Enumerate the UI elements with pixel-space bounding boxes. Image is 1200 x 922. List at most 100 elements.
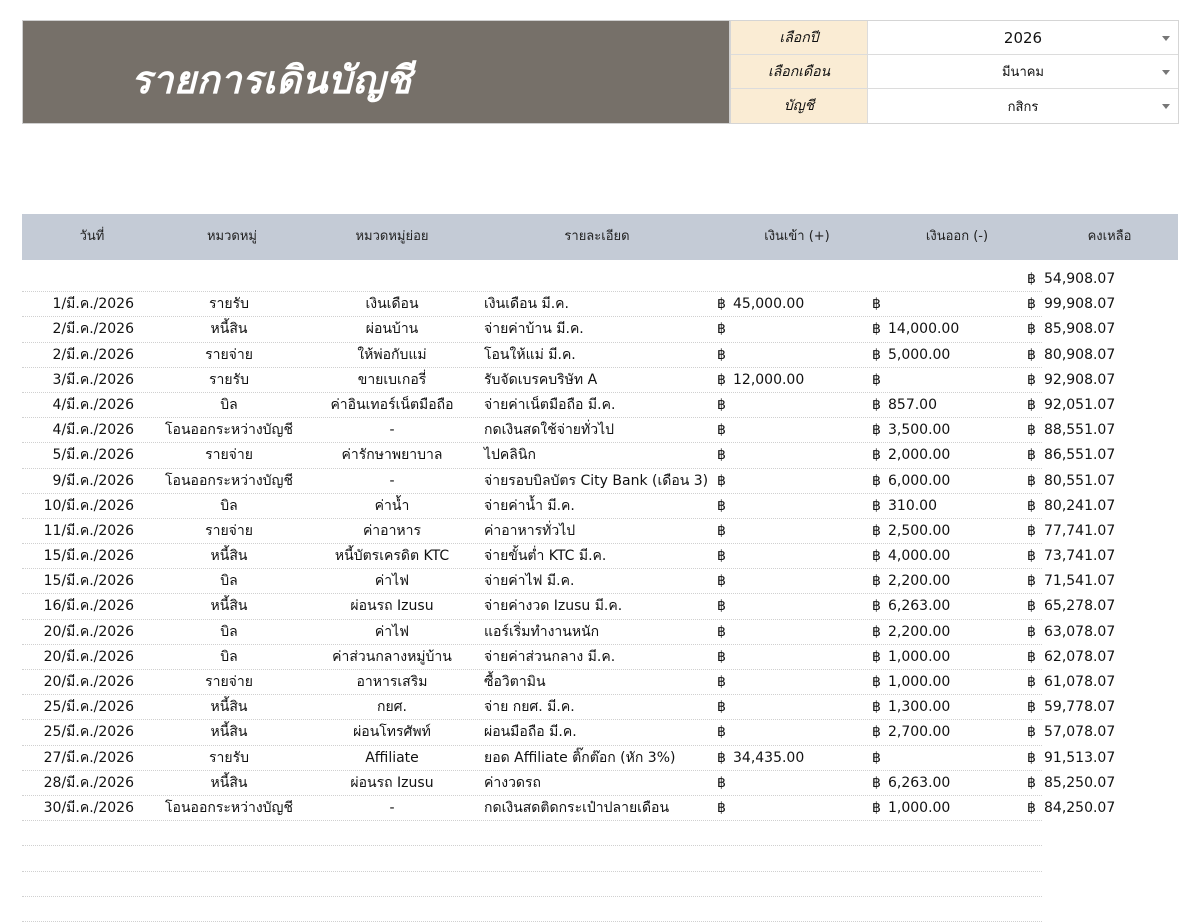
cell-category: โอนออกระหว่างบัญชี <box>165 799 293 816</box>
cell-category: บิล <box>220 396 238 413</box>
table-row[interactable]: 20/มี.ค./2026 บิล ค่าส่วนกลางหมู่บ้าน จ่ายค… <box>22 645 1115 670</box>
column-header-subcategory: หมวดหมู่ย่อย <box>355 229 429 244</box>
cell-subcategory: ค่าอาหาร <box>362 522 422 539</box>
table-row[interactable]: 4/มี.ค./2026 โอนออกระหว่างบัญชี - กดเงินสดใ… <box>22 418 1115 444</box>
cell-expense: 310.00 <box>888 497 937 514</box>
cell-category: หนี้สิน <box>210 321 248 338</box>
cell-detail: ค่างวดรถ <box>484 774 542 791</box>
chevron-down-icon[interactable] <box>1162 69 1170 75</box>
cell-detail: จ่ายค่าเน็ตมือถือ มี.ค. <box>484 396 616 413</box>
chevron-down-icon[interactable] <box>1162 35 1170 41</box>
table-row[interactable]: 20/มี.ค./2026 บิล ค่าไฟ แอร์เริ่มทำงานหนัก ฿… <box>22 620 1115 645</box>
cell-detail: ไปคลินิก <box>484 447 536 464</box>
currency-symbol: ฿ <box>717 724 726 741</box>
cell-balance: 80,241.07 <box>1044 497 1116 514</box>
cell-subcategory: ค่าอินเทอร์เน็ตมือถือ <box>330 396 454 413</box>
currency-symbol: ฿ <box>872 522 881 539</box>
currency-symbol: ฿ <box>717 321 726 338</box>
currency-symbol: ฿ <box>717 623 726 640</box>
currency-symbol: ฿ <box>1027 548 1036 565</box>
cell-expense: 1,300.00 <box>888 699 951 716</box>
table-row[interactable]: 4/มี.ค./2026 บิล ค่าอินเทอร์เน็ตมือถือ จ่าย… <box>22 393 1115 419</box>
table-row[interactable]: 28/มี.ค./2026 หนี้สิน ผ่อนรถ Izusu ค่างวดรถ… <box>22 771 1115 796</box>
table-row[interactable]: 9/มี.ค./2026 โอนออกระหว่างบัญชี - จ่ายรอบบิ… <box>22 469 1115 494</box>
filter-year-select[interactable]: 2026 <box>868 21 1178 54</box>
cell-date: 5/มี.ค./2026 <box>52 447 134 464</box>
table-row[interactable]: 27/มี.ค./2026 รายรับ Affiliate ยอด Affiliat… <box>22 746 1115 771</box>
cell-balance: 57,078.07 <box>1044 724 1116 741</box>
currency-symbol: ฿ <box>872 774 881 791</box>
currency-symbol: ฿ <box>1027 497 1036 514</box>
empty-row[interactable] <box>22 872 1042 897</box>
chevron-down-icon[interactable] <box>1162 104 1170 109</box>
cell-category: บิล <box>220 497 238 514</box>
filter-year-value: 2026 <box>1003 28 1043 47</box>
filter-account-value: กสิกร <box>1007 99 1039 115</box>
table-row[interactable]: 30/มี.ค./2026 โอนออกระหว่างบัญชี - กดเงินสด… <box>22 796 1115 822</box>
cell-category: รายรับ <box>209 749 249 766</box>
table-row[interactable]: 10/มี.ค./2026 บิล ค่าน้ำ จ่ายค่าน้ำ มี.ค. ฿ ฿… <box>22 494 1115 519</box>
table-row[interactable]: 11/มี.ค./2026 รายจ่าย ค่าอาหาร ค่าอาหารทั่ว… <box>22 519 1115 545</box>
filter-account-select[interactable]: กสิกร <box>868 89 1178 123</box>
table-row[interactable]: 25/มี.ค./2026 หนี้สิน กยศ. จ่าย กยศ. มี.ค. ฿… <box>22 695 1115 721</box>
column-header-date: วันที่ <box>79 229 105 244</box>
currency-symbol: ฿ <box>1027 522 1036 539</box>
cell-detail: ซื้อวิตามิน <box>484 674 546 690</box>
cell-subcategory: เงินเดือน <box>365 296 419 313</box>
title-banner: รายการเดินบัญชี <box>22 20 730 124</box>
table-header: วันที่ หมวดหมู่ หมวดหมู่ย่อย รายละเอียด … <box>22 214 1178 260</box>
cell-detail: รับจัดเบรคบริษัท A <box>484 371 598 388</box>
cell-category: หนี้สิน <box>210 699 248 716</box>
currency-symbol: ฿ <box>872 799 881 816</box>
cell-category: หนี้สิน <box>210 774 248 791</box>
cell-income: 45,000.00 <box>733 296 805 313</box>
table-row[interactable]: 3/มี.ค./2026 รายรับ ขายเบเกอรี่ รับจัดเบรคบ… <box>22 368 1115 393</box>
cell-subcategory: ค่าน้ำ <box>374 497 410 514</box>
cell-category: รายจ่าย <box>205 346 253 363</box>
table-row[interactable]: 20/มี.ค./2026 รายจ่าย อาหารเสริม ซื้อวิตามิ… <box>22 670 1115 696</box>
currency-symbol: ฿ <box>872 346 881 363</box>
table-row[interactable]: 16/มี.ค./2026 หนี้สิน ผ่อนรถ Izusu จ่ายค่าง… <box>22 594 1115 620</box>
empty-row[interactable] <box>22 846 1042 872</box>
cell-date: 4/มี.ค./2026 <box>52 396 134 413</box>
currency-symbol: ฿ <box>717 422 726 439</box>
table-row[interactable]: 2/มี.ค./2026 รายจ่าย ให้พ่อกับแม่ โอนให้แม่… <box>22 343 1115 368</box>
filter-year-row: เลือกปี 2026 <box>731 21 1178 55</box>
cell-category: โอนออกระหว่างบัญชี <box>165 422 293 439</box>
table-row[interactable]: 2/มี.ค./2026 หนี้สิน ผ่อนบ้าน จ่ายค่าบ้าน ม… <box>22 317 1115 343</box>
cell-category: รายรับ <box>209 371 249 388</box>
cell-date: 9/มี.ค./2026 <box>52 472 134 489</box>
filter-month-select[interactable]: มีนาคม <box>868 55 1178 88</box>
cell-detail: เงินเดือน มี.ค. <box>484 296 569 313</box>
table-row[interactable]: 15/มี.ค./2026 บิล ค่าไฟ จ่ายค่าไฟ มี.ค. ฿ ฿ 2,… <box>22 569 1115 595</box>
cell-date: 4/มี.ค./2026 <box>52 422 134 439</box>
currency-symbol: ฿ <box>717 346 726 363</box>
currency-symbol: ฿ <box>1027 724 1036 741</box>
cell-expense: 5,000.00 <box>888 346 951 363</box>
cell-balance: 91,513.07 <box>1044 749 1116 766</box>
cell-detail: ยอด Affiliate ติ๊กต๊อก (หัก 3%) <box>484 749 676 766</box>
cell-detail: ผ่อนมือถือ มี.ค. <box>484 724 577 741</box>
empty-row[interactable] <box>22 897 1042 922</box>
currency-symbol: ฿ <box>1027 296 1036 313</box>
cell-subcategory: อาหารเสริม <box>356 674 428 690</box>
cell-detail: แอร์เริ่มทำงานหนัก <box>484 623 600 640</box>
cell-date: 27/มี.ค./2026 <box>43 749 134 766</box>
cell-category: รายรับ <box>209 296 249 313</box>
cell-detail: กดเงินสดติดกระเป๋าปลายเดือน <box>484 799 670 816</box>
empty-row[interactable] <box>22 821 1042 847</box>
table-row[interactable]: 25/มี.ค./2026 หนี้สิน ผ่อนโทรศัพท์ ผ่อนมือถ… <box>22 720 1115 746</box>
cell-balance: 71,541.07 <box>1044 573 1116 590</box>
currency-symbol: ฿ <box>717 598 726 615</box>
cell-date: 20/มี.ค./2026 <box>43 674 134 690</box>
cell-category: รายจ่าย <box>205 522 253 539</box>
cell-subcategory: ผ่อนรถ Izusu <box>350 598 434 615</box>
table-row[interactable]: 1/มี.ค./2026 รายรับ เงินเดือน เงินเดือน มี.… <box>22 292 1115 318</box>
table-row[interactable]: 5/มี.ค./2026 รายจ่าย ค่ารักษาพยาบาล ไปคลินิ… <box>22 443 1115 469</box>
currency-symbol: ฿ <box>717 396 726 413</box>
currency-symbol: ฿ <box>872 548 881 565</box>
table-row[interactable]: 15/มี.ค./2026 หนี้สิน หนี้บัตรเครดิต KTC จ่… <box>22 544 1115 570</box>
cell-expense: 1,000.00 <box>888 648 951 665</box>
filter-account-label: บัญชี <box>731 89 868 123</box>
cell-date: 2/มี.ค./2026 <box>52 346 134 363</box>
